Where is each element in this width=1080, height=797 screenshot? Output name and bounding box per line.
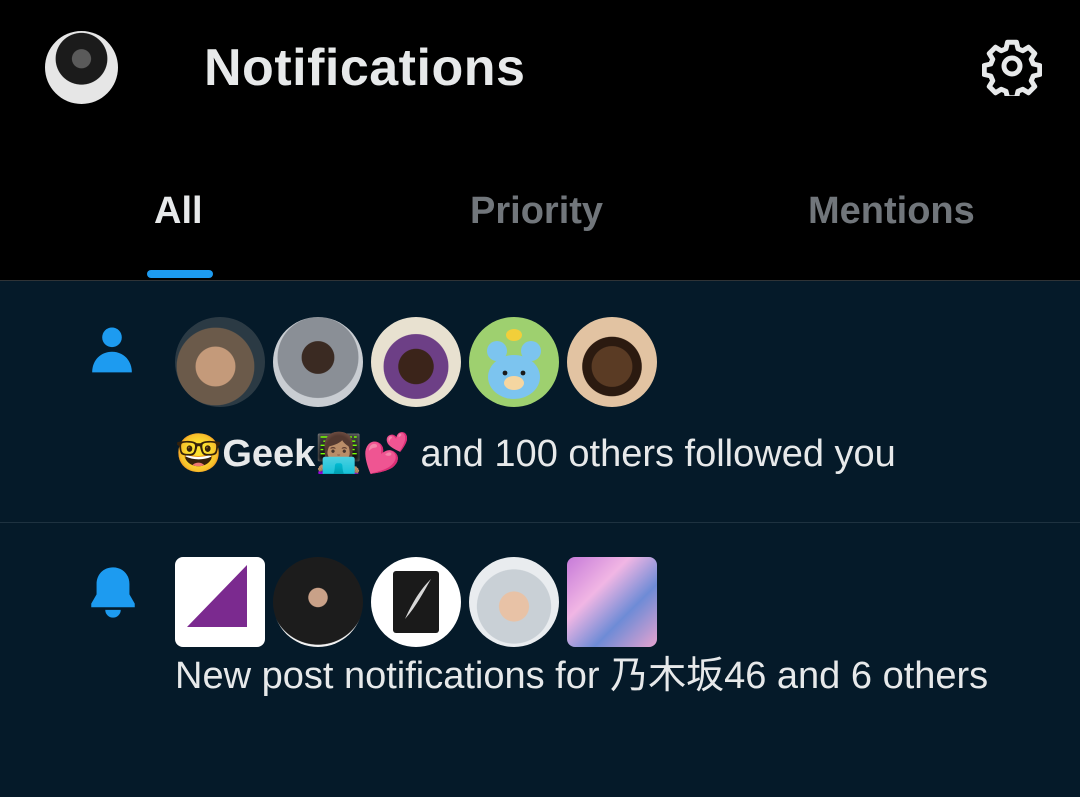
avatar-stack bbox=[175, 317, 657, 407]
man-avatar[interactable] bbox=[273, 317, 363, 407]
page-title: Notifications bbox=[204, 39, 526, 97]
settings-button[interactable] bbox=[980, 36, 1044, 100]
follow-summary: and 100 others followed you bbox=[409, 433, 896, 475]
bear-avatar[interactable] bbox=[469, 317, 559, 407]
tab-all[interactable]: All bbox=[154, 190, 203, 260]
profile-avatar[interactable] bbox=[45, 31, 118, 104]
book-avatar[interactable] bbox=[371, 557, 461, 647]
collage-avatar[interactable] bbox=[567, 557, 657, 647]
man-avatar[interactable] bbox=[567, 317, 657, 407]
header: Notifications All Priority Mentions bbox=[0, 0, 1080, 280]
notifications-screen: Notifications All Priority Mentions 🤓Gee… bbox=[0, 0, 1080, 797]
active-tab-indicator bbox=[147, 270, 213, 278]
tab-bar: All Priority Mentions bbox=[0, 180, 1080, 280]
gear-icon bbox=[981, 36, 1043, 101]
avatar-stack bbox=[175, 557, 657, 647]
person-avatar[interactable] bbox=[469, 557, 559, 647]
dog-avatar[interactable] bbox=[175, 317, 265, 407]
notification-item[interactable]: 🤓Geek👩🏽‍💻💕 and 100 others followed you bbox=[0, 281, 1080, 523]
tab-priority[interactable]: Priority bbox=[470, 190, 603, 260]
woman-avatar[interactable] bbox=[371, 317, 461, 407]
notification-feed: 🤓Geek👩🏽‍💻💕 and 100 others followed you bbox=[0, 280, 1080, 797]
follower-name[interactable]: 🤓Geek👩🏽‍💻💕 bbox=[175, 433, 410, 475]
person-icon bbox=[84, 321, 140, 382]
notification-item[interactable]: New post notifications for 乃木坂46 and 6 o… bbox=[0, 523, 1080, 797]
man-avatar[interactable] bbox=[273, 557, 363, 647]
tab-mentions[interactable]: Mentions bbox=[808, 190, 975, 260]
notification-text: 🤓Geek👩🏽‍💻💕 and 100 others followed you bbox=[175, 425, 1035, 483]
notification-text: New post notifications for 乃木坂46 and 6 o… bbox=[175, 655, 989, 697]
bell-icon bbox=[84, 561, 142, 626]
nogizaka46-logo[interactable] bbox=[175, 557, 265, 647]
